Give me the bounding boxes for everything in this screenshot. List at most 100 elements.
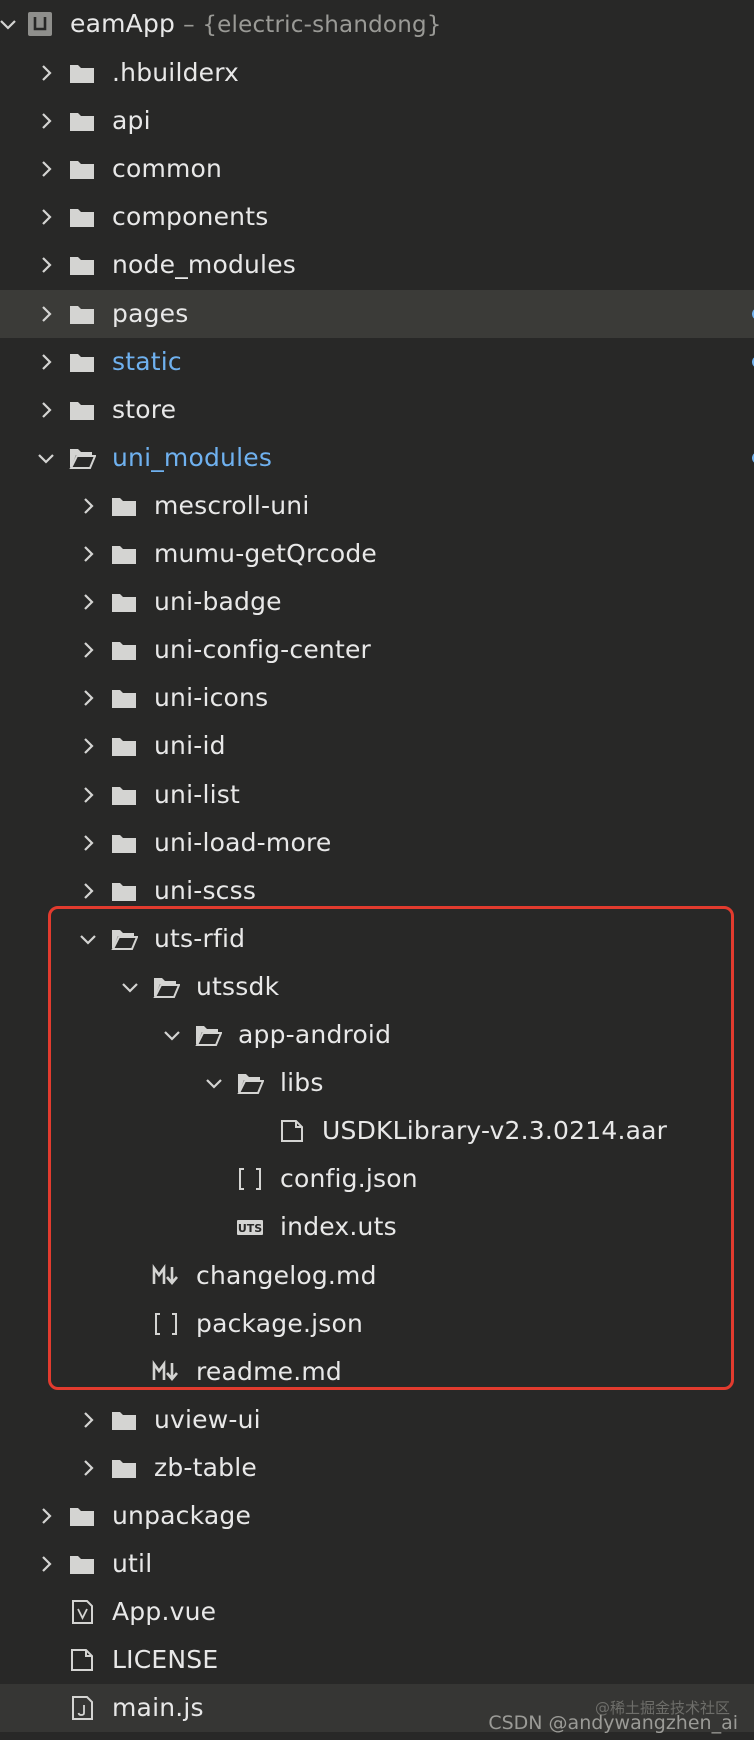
tree-item-label: .hbuilderx (112, 58, 240, 87)
folder-icon (110, 588, 138, 616)
chevron-right-icon[interactable] (36, 63, 56, 83)
tree-item-uni-config-center[interactable]: uni-config-center (0, 626, 754, 674)
tree-item-uview-ui[interactable]: uview-ui (0, 1396, 754, 1444)
tree-item-label: pages (112, 298, 189, 328)
tree-item-store[interactable]: store (0, 386, 754, 434)
tree-item-license[interactable]: LICENSE (0, 1636, 754, 1684)
folder-icon (110, 540, 138, 568)
tree-item-static[interactable]: static (0, 338, 754, 386)
vue-file-icon (68, 1598, 96, 1626)
tree-item-readme-md[interactable]: readme.md (0, 1348, 754, 1396)
chevron-right-icon[interactable] (78, 496, 98, 516)
chevron-right-icon[interactable] (36, 255, 56, 275)
tree-item-uni-scss[interactable]: uni-scss (0, 867, 754, 915)
markdown-file-icon (152, 1358, 180, 1386)
chevron-right-icon[interactable] (36, 352, 56, 372)
chevron-right-icon[interactable] (78, 833, 98, 853)
chevron-right-icon[interactable] (78, 881, 98, 901)
tree-item-hbuilderx[interactable]: .hbuilderx (0, 49, 754, 97)
chevron-right-icon[interactable] (36, 304, 56, 324)
chevron-right-icon[interactable] (78, 544, 98, 564)
tree-item-mumu-getqrcode[interactable]: mumu-getQrcode (0, 530, 754, 578)
tree-item-label: uni-config-center (154, 635, 372, 665)
chevron-right-icon[interactable] (78, 592, 98, 612)
tree-item-zb-table[interactable]: zb-table (0, 1444, 754, 1492)
folder-icon (68, 203, 96, 231)
tree-item-utssdk[interactable]: utssdk (0, 963, 754, 1011)
chevron-right-icon[interactable] (36, 1506, 56, 1526)
tree-item-uni-icons[interactable]: uni-icons (0, 674, 754, 722)
chevron-right-icon[interactable] (78, 736, 98, 756)
tree-item-label: uview-ui (154, 1404, 261, 1434)
js-file-icon (68, 1694, 96, 1722)
folder-icon (110, 492, 138, 520)
uts-file-icon: UTS (236, 1213, 264, 1241)
tree-item-label: uts-rfid (154, 923, 246, 953)
tree-item-unpackage[interactable]: unpackage (0, 1492, 754, 1540)
tree-item-uni-load-more[interactable]: uni-load-more (0, 819, 754, 867)
tree-item-app-android[interactable]: app-android (0, 1011, 754, 1059)
tree-item-uts-rfid[interactable]: uts-rfid (0, 915, 754, 963)
chevron-right-icon[interactable] (78, 640, 98, 660)
folder-icon (110, 781, 138, 809)
folder-icon (110, 1406, 138, 1434)
folder-icon (68, 155, 96, 183)
tree-item-usdklibrary-v2-3-0214-aar[interactable]: USDKLibrary-v2.3.0214.aar (0, 1107, 754, 1155)
chevron-right-icon[interactable] (78, 688, 98, 708)
folder-open-icon (152, 973, 180, 1001)
project-root-label: eamApp – {electric-shandong} (70, 0, 442, 48)
tree-item-api[interactable]: api (0, 97, 754, 145)
chevron-down-icon[interactable] (0, 14, 18, 34)
chevron-right-icon[interactable] (36, 111, 56, 131)
chevron-right-icon[interactable] (36, 400, 56, 420)
tree-item-label: uni-list (154, 779, 240, 809)
tree-item-app-vue[interactable]: App.vue (0, 1588, 754, 1636)
tree-item-uni-list[interactable]: uni-list (0, 771, 754, 819)
chevron-down-icon[interactable] (36, 448, 56, 468)
tree-item-components[interactable]: components (0, 193, 754, 241)
tree-item-pages[interactable]: pages (0, 289, 754, 338)
chevron-right-icon[interactable] (78, 785, 98, 805)
chevron-down-icon[interactable] (120, 977, 140, 997)
tree-item-label: uni-id (154, 731, 226, 761)
folder-icon (68, 59, 96, 87)
project-root-row[interactable]: eamApp – {electric-shandong} (0, 0, 754, 48)
folder-open-icon (68, 444, 96, 472)
tree-item-util[interactable]: util (0, 1540, 754, 1588)
tree-item-label: readme.md (196, 1356, 343, 1386)
tree-item-label: main.js (112, 1693, 204, 1723)
tree-item-label: app-android (238, 1020, 392, 1049)
chevron-down-icon[interactable] (204, 1073, 224, 1093)
tree-item-node-modules[interactable]: node_modules (0, 241, 754, 289)
tree-item-common[interactable]: common (0, 145, 754, 193)
tree-item-index-uts[interactable]: UTS index.uts (0, 1203, 754, 1251)
tree-item-label: common (112, 154, 223, 184)
chevron-right-icon[interactable] (78, 1410, 98, 1430)
chevron-right-icon[interactable] (36, 207, 56, 227)
folder-icon (110, 636, 138, 664)
tree-item-libs[interactable]: libs (0, 1059, 754, 1107)
chevron-right-icon[interactable] (78, 1458, 98, 1478)
tree-item-uni-id[interactable]: uni-id (0, 722, 754, 770)
tree-item-label: zb-table (154, 1452, 257, 1482)
tree-item-package-json[interactable]: package.json (0, 1300, 754, 1348)
tree-item-uni-badge[interactable]: uni-badge (0, 578, 754, 626)
folder-icon (110, 1454, 138, 1482)
tree-item-label: store (112, 394, 177, 424)
chevron-down-icon[interactable] (78, 929, 98, 949)
folder-icon (68, 1502, 96, 1530)
tree-item-uni-modules[interactable]: uni_modules (0, 434, 754, 482)
tree-item-mescroll-uni[interactable]: mescroll-uni (0, 482, 754, 530)
tree-item-label: App.vue (112, 1597, 217, 1627)
chevron-right-icon[interactable] (36, 159, 56, 179)
tree-item-label: node_modules (112, 250, 297, 280)
folder-icon (110, 829, 138, 857)
tree-item-changelog-md[interactable]: changelog.md (0, 1252, 754, 1300)
folder-icon (68, 396, 96, 424)
tree-item-config-json[interactable]: config.json (0, 1155, 754, 1203)
chevron-down-icon[interactable] (162, 1025, 182, 1045)
folder-icon (110, 684, 138, 712)
chevron-right-icon[interactable] (36, 1554, 56, 1574)
tree-item-label: static (112, 346, 182, 376)
project-name: eamApp (70, 9, 176, 38)
